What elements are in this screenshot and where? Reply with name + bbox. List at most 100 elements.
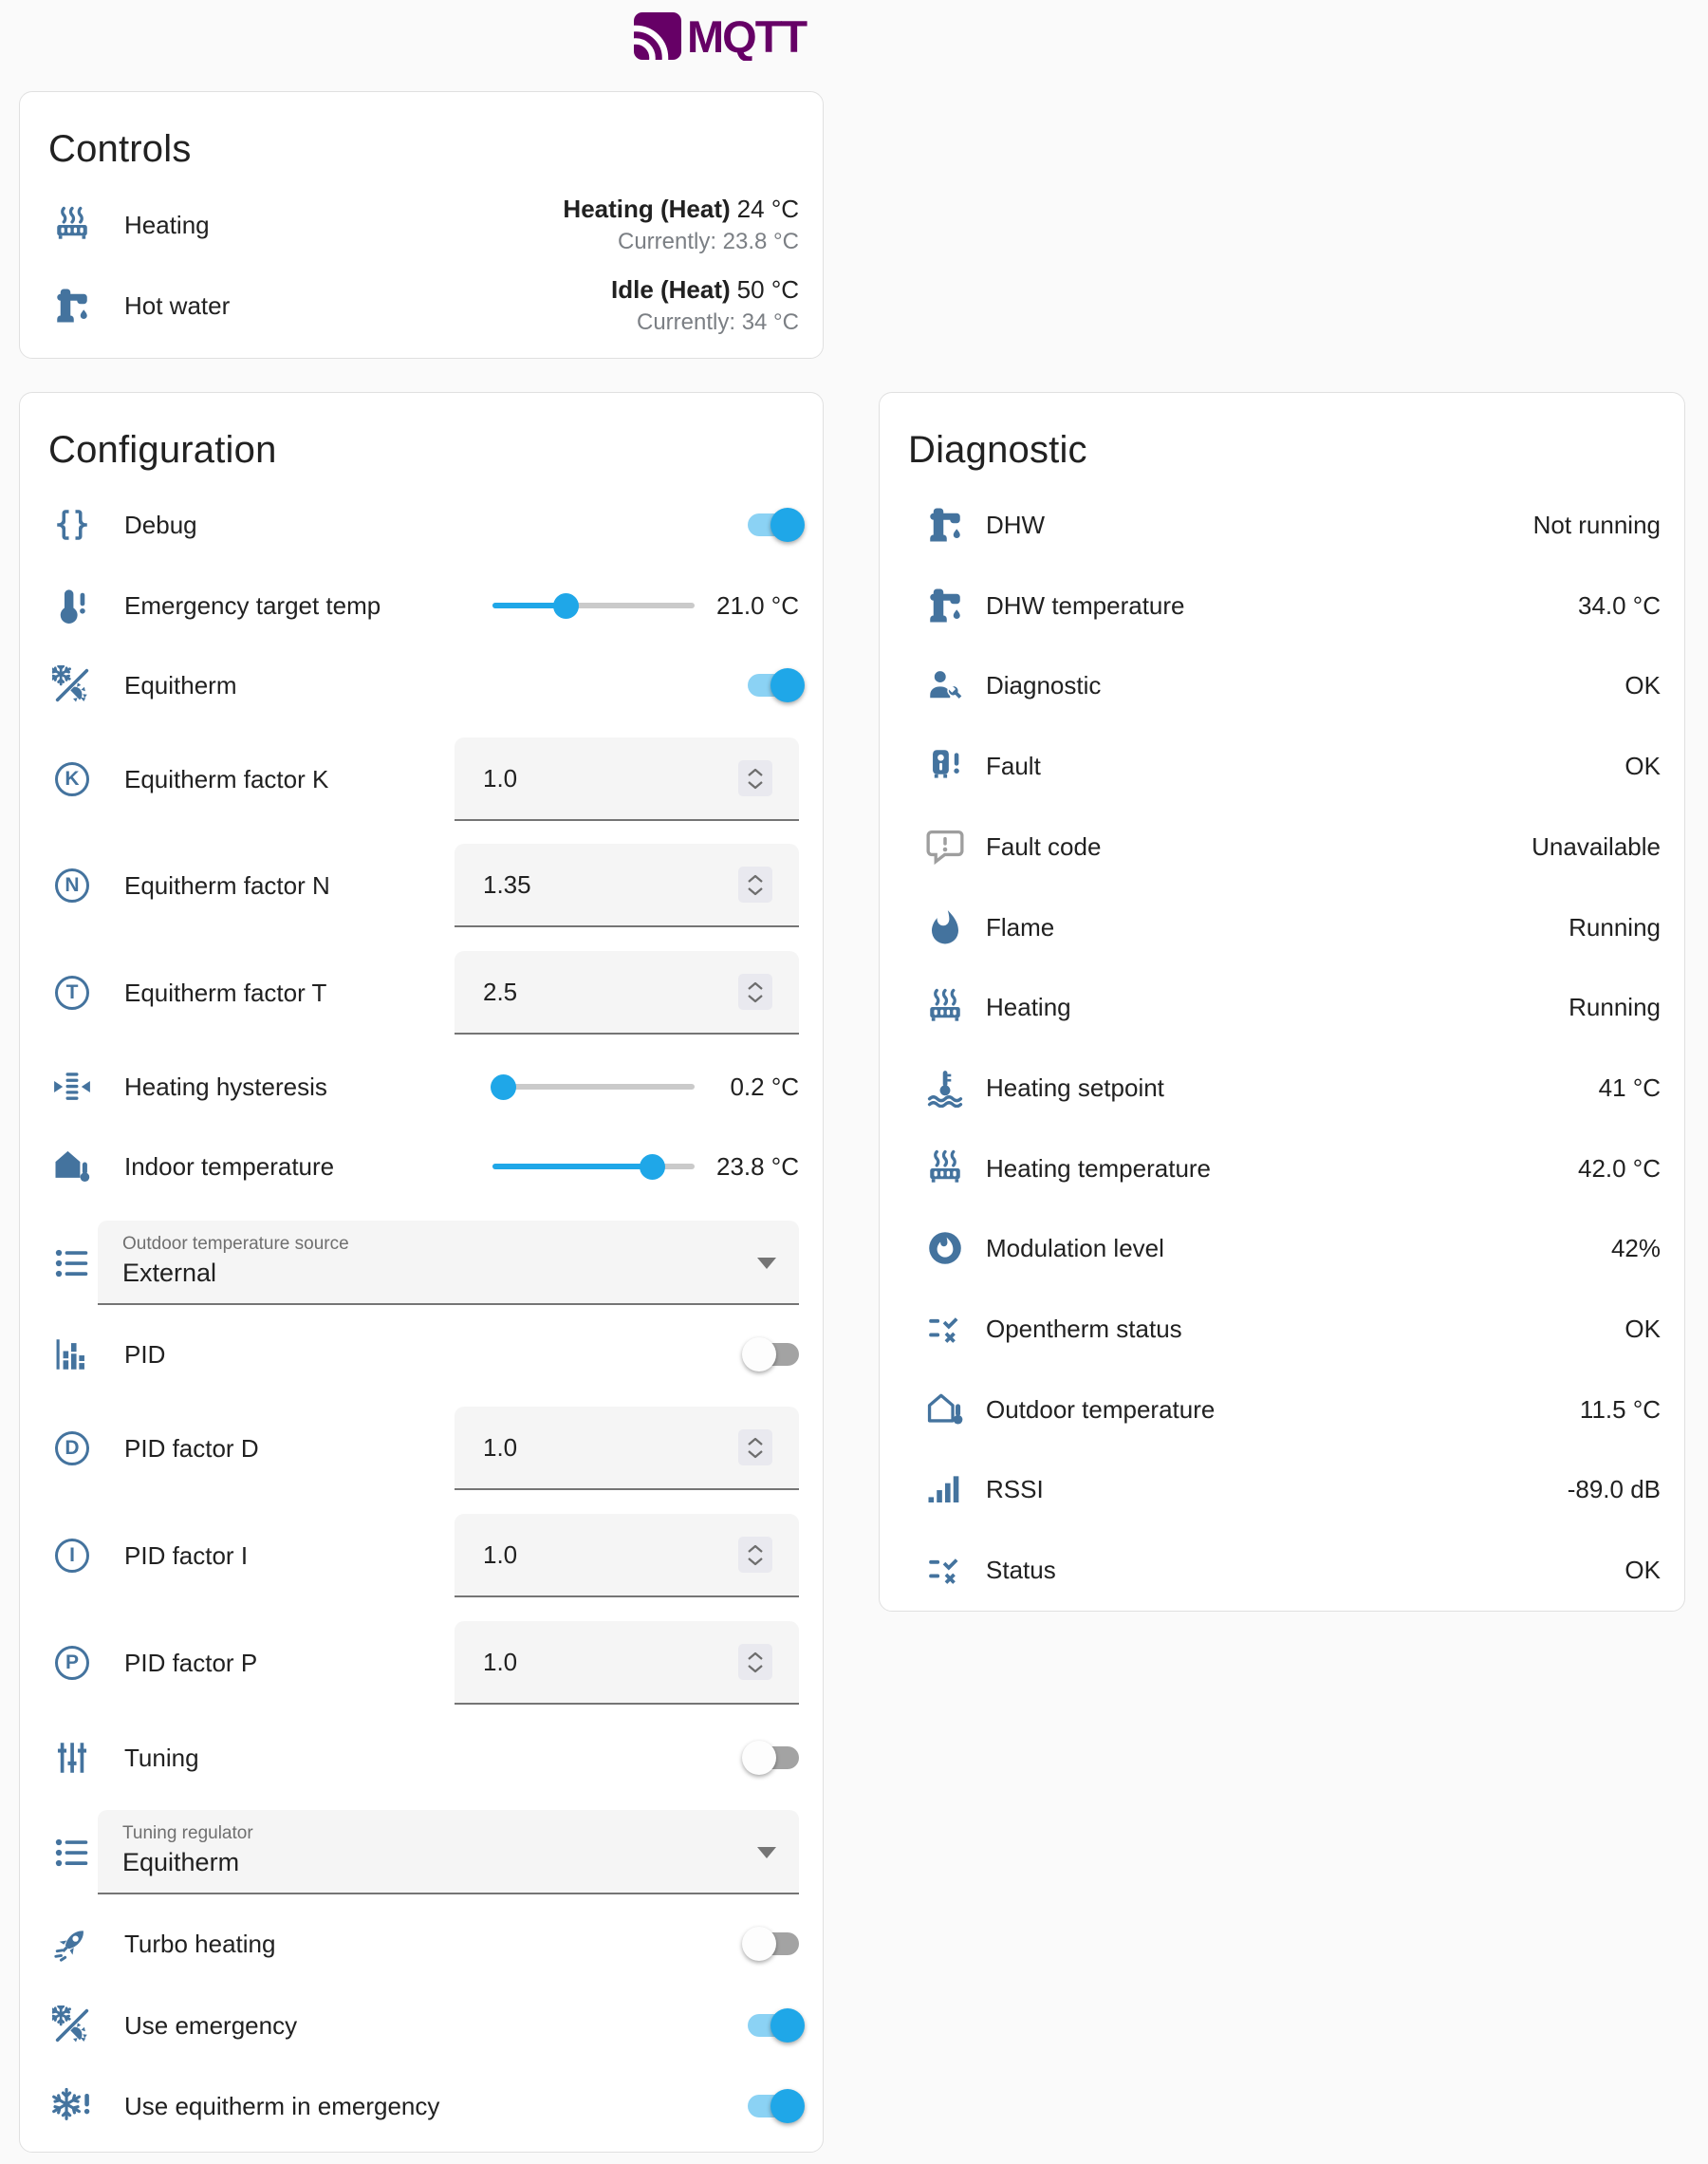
row-value: 11.5 °C (1580, 1395, 1661, 1425)
diagnostic-row-diagnostic[interactable]: Diagnostic OK (880, 659, 1684, 712)
slider-value: 0.2 °C (708, 1072, 799, 1103)
controls-card: Controls Heating Heating (Heat)24 °C Cur… (19, 91, 824, 359)
slider-knob[interactable] (640, 1154, 665, 1180)
number-stepper[interactable] (738, 1429, 772, 1465)
diagnostic-row-fault-code[interactable]: Fault code Unavailable (880, 820, 1684, 873)
chevron-down-icon[interactable] (747, 886, 764, 896)
row-label: Emergency target temp (124, 591, 492, 621)
indoor-temperature-slider[interactable] (492, 1154, 695, 1180)
turbo-heating-toggle[interactable] (748, 1932, 799, 1955)
row-label: Heating (986, 993, 1569, 1022)
row-label: Tuning (124, 1744, 748, 1773)
diagnostic-row-heating[interactable]: Heating Running (880, 980, 1684, 1034)
row-label: Heating temperature (986, 1154, 1578, 1184)
diagnostic-row-outdoor-temperature[interactable]: Outdoor temperature 11.5 °C (880, 1383, 1684, 1436)
config-row-use-emergency: Use emergency (20, 1999, 823, 2052)
row-label: Heating setpoint (986, 1073, 1599, 1103)
row-label: Equitherm (124, 671, 748, 700)
row-value: 42.0 °C (1578, 1154, 1661, 1184)
diagnostic-row-opentherm-status[interactable]: Opentherm status OK (880, 1302, 1684, 1355)
fire-icon (925, 907, 965, 947)
use-equitherm-in-emergency-toggle[interactable] (748, 2095, 799, 2117)
climate-action: Heating (Heat) (563, 195, 730, 223)
chevron-down-icon[interactable] (747, 1449, 764, 1459)
slider-knob[interactable] (491, 1074, 516, 1100)
number-stepper[interactable] (738, 867, 772, 903)
number-value: 1.0 (483, 1540, 517, 1570)
climate-state[interactable]: Heating (Heat)24 °C Currently: 23.8 °C (563, 194, 799, 256)
chevron-up-icon[interactable] (747, 1651, 764, 1661)
radiator-icon (925, 1148, 965, 1188)
code-braces-icon (52, 505, 92, 545)
number-stepper[interactable] (738, 760, 772, 796)
equitherm-factor-n-input[interactable]: 1.35 (455, 844, 799, 927)
config-row-use-equitherm-in-emergency: Use equitherm in emergency (20, 2080, 823, 2133)
list-status-icon (925, 1550, 965, 1590)
diagnostic-row-rssi[interactable]: RSSI -89.0 dB (880, 1463, 1684, 1516)
diagnostic-row-heating-setpoint[interactable]: Heating setpoint 41 °C (880, 1061, 1684, 1114)
rocket-launch-icon (52, 1924, 92, 1964)
controls-row-heating[interactable]: Heating Heating (Heat)24 °C Currently: 2… (20, 192, 823, 258)
alpha-k-circle-icon: K (55, 762, 89, 796)
climate-current: Currently: 34 °C (611, 308, 799, 337)
chevron-up-icon[interactable] (747, 768, 764, 777)
use-emergency-toggle[interactable] (748, 2014, 799, 2037)
controls-row-hot-water[interactable]: Hot water Idle (Heat)50 °C Currently: 34… (20, 272, 823, 339)
number-stepper[interactable] (738, 1644, 772, 1680)
heating-hysteresis-slider[interactable] (492, 1074, 695, 1100)
row-label: PID (124, 1340, 748, 1370)
climate-state[interactable]: Idle (Heat)50 °C Currently: 34 °C (611, 274, 799, 337)
climate-action: Idle (Heat) (611, 275, 731, 304)
chevron-up-icon[interactable] (747, 874, 764, 884)
diagnostic-row-dhw[interactable]: DHW Not running (880, 498, 1684, 551)
row-label: Modulation level (986, 1234, 1611, 1263)
config-row-turbo-heating: Turbo heating (20, 1917, 823, 1970)
tuning-toggle[interactable] (748, 1746, 799, 1769)
format-list-bulleted-icon (52, 1833, 92, 1873)
chevron-down-icon[interactable] (747, 1664, 764, 1673)
outdoor-temperature-source-select[interactable]: Outdoor temperature source External (98, 1221, 799, 1305)
config-row-pid-factor-i: I PID factor I 1.0 (20, 1514, 823, 1597)
pid-factor-i-input[interactable]: 1.0 (455, 1514, 799, 1597)
diagnostic-row-modulation-level[interactable]: Modulation level 42% (880, 1222, 1684, 1275)
pid-factor-p-input[interactable]: 1.0 (455, 1621, 799, 1705)
tuning-regulator-select[interactable]: Tuning regulator Equitherm (98, 1810, 799, 1894)
row-label: Fault (986, 752, 1624, 781)
number-stepper[interactable] (738, 1537, 772, 1573)
controls-card-title: Controls (48, 126, 192, 172)
config-row-emergency-target-temp: Emergency target temp 21.0 °C (20, 569, 823, 642)
slider-knob[interactable] (553, 593, 579, 619)
alpha-t-circle-icon: T (55, 976, 89, 1010)
number-value: 1.0 (483, 1433, 517, 1463)
number-stepper[interactable] (738, 974, 772, 1010)
row-label: Indoor temperature (124, 1152, 492, 1182)
chevron-up-icon[interactable] (747, 981, 764, 991)
equitherm-factor-t-input[interactable]: 2.5 (455, 951, 799, 1035)
chevron-down-icon[interactable] (747, 1557, 764, 1566)
slider-value: 21.0 °C (708, 590, 799, 622)
debug-toggle[interactable] (748, 513, 799, 536)
mqtt-logo-text: MQTT (687, 11, 808, 61)
diagnostic-row-flame[interactable]: Flame Running (880, 901, 1684, 954)
equitherm-toggle[interactable] (748, 674, 799, 697)
diagnostic-row-status[interactable]: Status OK (880, 1543, 1684, 1596)
chevron-up-icon[interactable] (747, 1544, 764, 1554)
snowflake-alert-icon (52, 2086, 92, 2126)
chevron-up-icon[interactable] (747, 1437, 764, 1446)
pid-factor-d-input[interactable]: 1.0 (455, 1407, 799, 1490)
emergency-target-temp-slider[interactable] (492, 593, 695, 619)
config-row-pid-factor-d: D PID factor D 1.0 (20, 1407, 823, 1490)
row-value: Running (1569, 913, 1661, 942)
equitherm-factor-k-input[interactable]: 1.0 (455, 737, 799, 821)
config-row-pid: PID (20, 1328, 823, 1381)
chevron-down-icon[interactable] (747, 780, 764, 790)
row-label: Diagnostic (986, 671, 1624, 700)
fire-circle-icon (925, 1228, 965, 1268)
diagnostic-row-dhw-temperature[interactable]: DHW temperature 34.0 °C (880, 579, 1684, 632)
chevron-down-icon[interactable] (747, 994, 764, 1003)
pid-toggle[interactable] (748, 1343, 799, 1366)
config-row-heating-hysteresis: Heating hysteresis 0.2 °C (20, 1060, 823, 1113)
select-value: Equitherm (122, 1848, 742, 1877)
diagnostic-row-heating-temperature[interactable]: Heating temperature 42.0 °C (880, 1142, 1684, 1195)
diagnostic-row-fault[interactable]: Fault OK (880, 739, 1684, 793)
